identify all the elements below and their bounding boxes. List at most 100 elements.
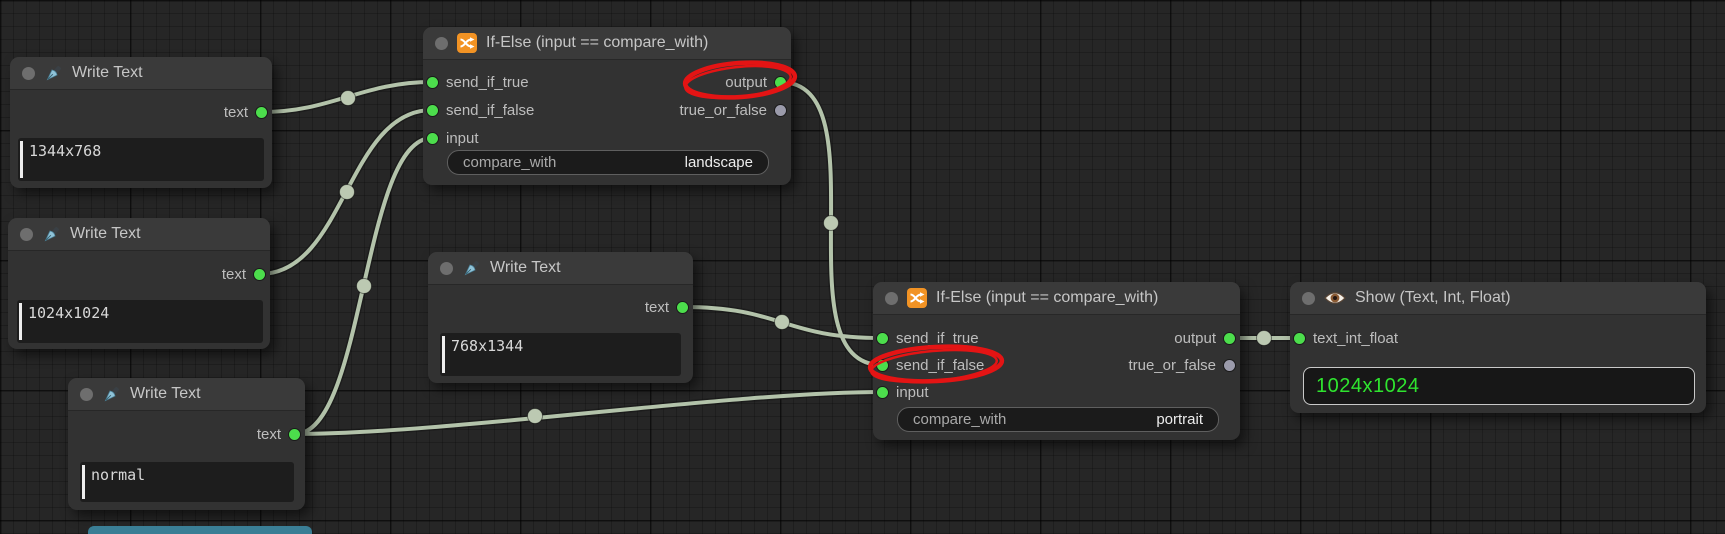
text-output-port[interactable] (289, 429, 300, 440)
node-title: Show (Text, Int, Float) (1355, 289, 1511, 307)
port-row-true-or-false: true_or_false (1128, 356, 1235, 375)
collapse-dot[interactable] (80, 388, 93, 401)
compare-with-widget[interactable]: compare_with portrait (897, 407, 1219, 432)
port-row-text: text (222, 265, 265, 284)
output-port[interactable] (775, 77, 786, 88)
port-row-input: input (427, 129, 479, 148)
text-caret (442, 336, 445, 373)
text-output-port[interactable] (677, 302, 688, 313)
text-value: 1344x768 (18, 138, 264, 160)
shuffle-icon (907, 288, 927, 308)
shuffle-icon (457, 33, 477, 53)
reroute-dot[interactable] (340, 185, 355, 200)
pen-icon (42, 225, 61, 244)
node-titlebar[interactable]: Write Text (428, 252, 693, 285)
text-output-port[interactable] (256, 107, 267, 118)
show-display-value: 1024x1024 (1304, 375, 1419, 398)
true-or-false-port[interactable] (1224, 360, 1235, 371)
text-int-float-port[interactable] (1294, 333, 1305, 344)
node-titlebar[interactable]: Write Text (10, 57, 272, 90)
port-label: send_if_true (896, 330, 979, 347)
collapse-dot[interactable] (440, 262, 453, 275)
node-if-else-1[interactable]: If-Else (input == compare_with) send_if_… (423, 27, 791, 185)
text-value: 768x1344 (440, 333, 681, 355)
send-if-false-port[interactable] (877, 360, 888, 371)
reroute-dot[interactable] (824, 216, 839, 231)
port-label: text (222, 266, 246, 283)
port-label: true_or_false (679, 102, 767, 119)
collapse-dot[interactable] (1302, 292, 1315, 305)
port-row-output: output (725, 73, 786, 92)
port-row-text: text (224, 103, 267, 122)
port-row-input: input (877, 383, 929, 402)
reroute-dot[interactable] (775, 315, 790, 330)
pen-icon (44, 64, 63, 83)
node-titlebar[interactable]: If-Else (input == compare_with) (873, 282, 1240, 315)
collapse-dot[interactable] (435, 37, 448, 50)
reroute-dot[interactable] (1257, 331, 1272, 346)
port-label: output (725, 74, 767, 91)
text-input[interactable]: normal (80, 462, 294, 502)
port-row-send-if-false: send_if_false (877, 356, 984, 375)
node-write-text-3[interactable]: Write Text text normal (68, 378, 305, 510)
port-label: output (1174, 330, 1216, 347)
port-row-text-int-float: text_int_float (1294, 329, 1398, 348)
node-title: If-Else (input == compare_with) (936, 289, 1158, 307)
node-write-text-2[interactable]: Write Text text 1024x1024 (8, 218, 270, 349)
pen-icon (462, 259, 481, 278)
port-label: text (645, 299, 669, 316)
send-if-false-port[interactable] (427, 105, 438, 116)
output-port[interactable] (1224, 333, 1235, 344)
port-row-send-if-true: send_if_true (427, 73, 529, 92)
port-label: true_or_false (1128, 357, 1216, 374)
port-row-send-if-true: send_if_true (877, 329, 979, 348)
node-titlebar[interactable]: Write Text (8, 218, 270, 251)
node-write-text-1[interactable]: Write Text text 1344x768 (10, 57, 272, 188)
node-show[interactable]: Show (Text, Int, Float) text_int_float 1… (1290, 282, 1706, 413)
node-if-else-2[interactable]: If-Else (input == compare_with) send_if_… (873, 282, 1240, 440)
port-label: text (257, 426, 281, 443)
port-label: input (446, 130, 479, 147)
show-display-box: 1024x1024 (1303, 367, 1695, 405)
reroute-dot[interactable] (341, 91, 356, 106)
node-title: Write Text (490, 259, 561, 277)
text-input[interactable]: 768x1344 (440, 333, 681, 376)
text-caret (19, 303, 22, 340)
node-titlebar[interactable]: Show (Text, Int, Float) (1290, 282, 1706, 315)
text-output-port[interactable] (254, 269, 265, 280)
port-row-text: text (645, 298, 688, 317)
port-row-true-or-false: true_or_false (679, 101, 786, 120)
node-write-text-4[interactable]: Write Text text 768x1344 (428, 252, 693, 383)
text-caret (20, 141, 23, 178)
collapse-dot[interactable] (22, 67, 35, 80)
collapse-dot[interactable] (20, 228, 33, 241)
reroute-dot[interactable] (528, 409, 543, 424)
input-port[interactable] (877, 387, 888, 398)
port-row-output: output (1174, 329, 1235, 348)
port-label: send_if_false (896, 357, 984, 374)
port-label: text (224, 104, 248, 121)
port-row-send-if-false: send_if_false (427, 101, 534, 120)
widget-label: compare_with (913, 411, 1006, 428)
text-value: 1024x1024 (17, 300, 263, 322)
reroute-dot[interactable] (357, 279, 372, 294)
node-titlebar[interactable]: Write Text (68, 378, 305, 411)
collapse-dot[interactable] (885, 292, 898, 305)
input-port[interactable] (427, 133, 438, 144)
node-titlebar[interactable]: If-Else (input == compare_with) (423, 27, 791, 60)
true-or-false-port[interactable] (775, 105, 786, 116)
port-label: send_if_true (446, 74, 529, 91)
port-label: text_int_float (1313, 330, 1398, 347)
node-graph-canvas[interactable]: Write Text text 1344x768 Write Text text… (0, 0, 1725, 534)
compare-with-widget[interactable]: compare_with landscape (447, 150, 769, 175)
port-label: send_if_false (446, 102, 534, 119)
widget-label: compare_with (463, 154, 556, 171)
text-input[interactable]: 1344x768 (18, 138, 264, 181)
node-title: Write Text (130, 385, 201, 403)
send-if-true-port[interactable] (427, 77, 438, 88)
send-if-true-port[interactable] (877, 333, 888, 344)
node-title: If-Else (input == compare_with) (486, 34, 708, 52)
port-label: input (896, 384, 929, 401)
text-input[interactable]: 1024x1024 (17, 300, 263, 343)
offscreen-node-top-edge (88, 526, 312, 534)
